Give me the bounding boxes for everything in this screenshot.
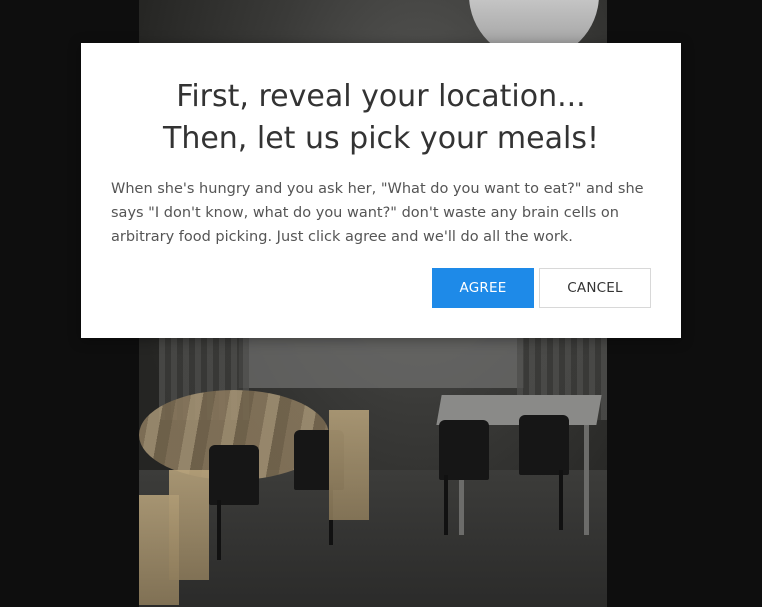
modal-title-line-2: Then, let us pick your meals! [163, 121, 599, 156]
chair-leg [217, 500, 221, 560]
modal-description: When she's hungry and you ask her, "What… [111, 181, 644, 245]
location-permission-modal: First, reveal your location... Then, let… [81, 43, 681, 338]
black-chair [209, 445, 259, 505]
wooden-chair [169, 470, 209, 580]
modal-title-line-1: First, reveal your location... [176, 79, 586, 114]
table-leg [584, 425, 589, 535]
wooden-chair [329, 410, 369, 520]
agree-button[interactable]: AGREE [432, 268, 534, 308]
cancel-button[interactable]: CANCEL [539, 268, 651, 308]
chair-leg [444, 475, 448, 535]
black-chair [519, 415, 569, 475]
chair-leg [559, 470, 563, 530]
black-chair [439, 420, 489, 480]
page: First, reveal your location... Then, let… [0, 0, 762, 607]
modal-title: First, reveal your location... Then, let… [81, 76, 681, 160]
